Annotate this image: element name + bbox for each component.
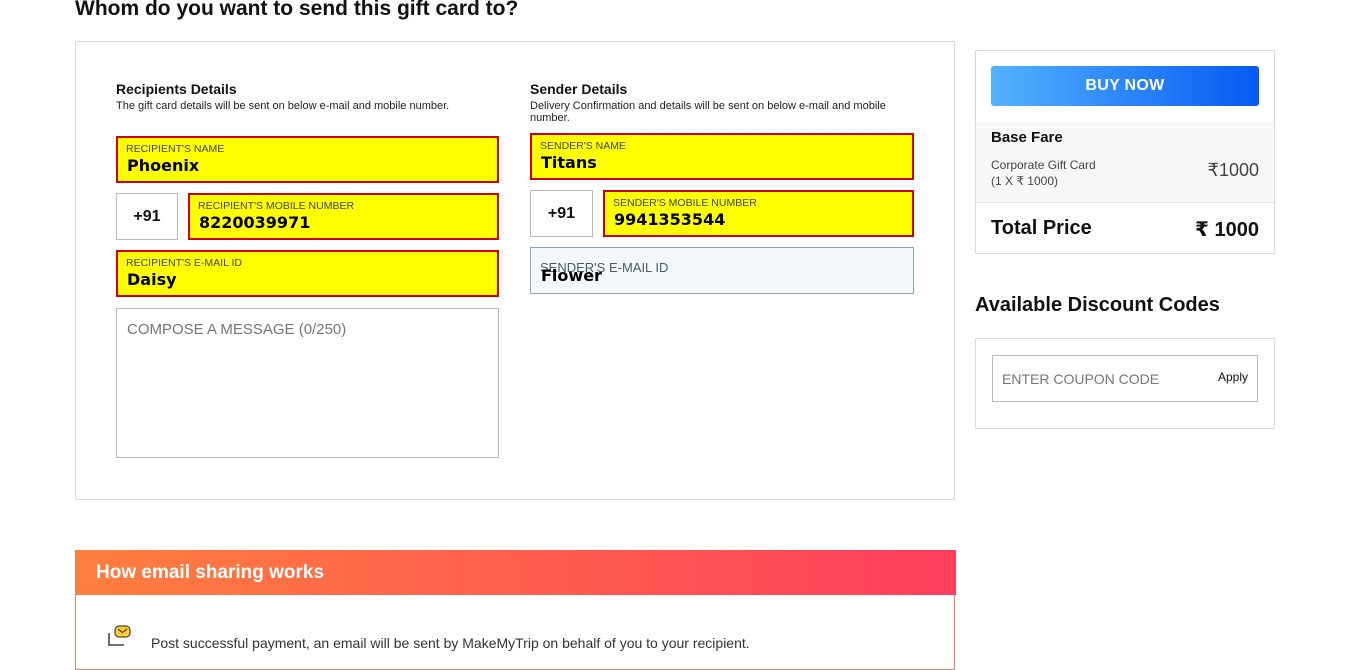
fare-quantity-label: (1 X ₹ 1000) [991,174,1059,188]
coupon-field: Apply [992,355,1258,402]
sender-name-value[interactable]: Titans [541,153,883,172]
sender-country-code[interactable]: +91 [530,190,593,237]
email-share-icon [108,625,131,646]
recipient-email-label: RECIPIENT'S E-MAIL ID [126,257,242,269]
sender-email-field[interactable]: SENDER'S E-MAIL ID Flower [530,247,914,294]
discount-codes-heading: Available Discount Codes [975,294,1220,316]
sender-mobile-value[interactable]: 9941353544 [614,210,890,229]
recipient-email-field[interactable]: RECIPIENT'S E-MAIL ID Daisy [116,250,499,297]
price-summary-card: BUY NOW Base Fare Corporate Gift Card (1… [975,50,1275,254]
sender-name-field[interactable]: SENDER'S NAME Titans [530,133,914,180]
recipient-email-value[interactable]: Daisy [127,270,468,289]
recipient-name-field[interactable]: RECIPIENT'S NAME Phoenix [116,136,499,183]
total-price-label: Total Price [991,217,1092,239]
base-fare-title: Base Fare [991,129,1063,146]
buy-now-section: BUY NOW [976,51,1274,122]
how-email-sharing-header: How email sharing works [76,550,956,595]
compose-message-input[interactable] [116,308,499,458]
buy-now-button[interactable]: BUY NOW [991,66,1259,106]
sender-name-label: SENDER'S NAME [540,140,627,152]
fare-item-label: Corporate Gift Card [991,158,1096,172]
base-fare-section: Base Fare Corporate Gift Card (1 X ₹ 100… [976,122,1274,203]
recipients-title: Recipients Details [116,81,237,97]
sender-title: Sender Details [530,81,628,97]
recipient-mobile-value[interactable]: 8220039971 [199,213,475,232]
discount-codes-card: Apply [975,338,1275,429]
coupon-code-input[interactable] [1002,371,1202,387]
base-fare-description: Corporate Gift Card (1 X ₹ 1000) [991,157,1096,189]
recipient-mobile-label: RECIPIENT'S MOBILE NUMBER [198,200,355,212]
recipient-name-value[interactable]: Phoenix [127,156,468,175]
sender-email-value[interactable]: Flower [541,266,602,285]
apply-coupon-button[interactable]: Apply [1218,370,1248,384]
recipient-mobile-field[interactable]: RECIPIENT'S MOBILE NUMBER 8220039971 [188,193,499,240]
recipient-country-code[interactable]: +91 [116,193,178,240]
sender-subtitle: Delivery Confirmation and details will b… [530,100,886,124]
how-email-sharing-text: Post successful payment, an email will b… [151,635,750,651]
how-email-sharing-title: How email sharing works [96,562,325,583]
recipients-subtitle: The gift card details will be sent on be… [116,100,450,112]
how-email-sharing-card: How email sharing works Post successful … [75,550,956,670]
page-title: Whom do you want to send this gift card … [75,0,519,20]
sender-mobile-label: SENDER'S MOBILE NUMBER [613,197,757,209]
sender-mobile-field[interactable]: SENDER'S MOBILE NUMBER 9941353544 [603,190,914,237]
recipient-name-label: RECIPIENT'S NAME [126,143,225,155]
total-price-amount: ₹ 1000 [1195,219,1259,241]
base-fare-amount: ₹1000 [1207,160,1260,180]
